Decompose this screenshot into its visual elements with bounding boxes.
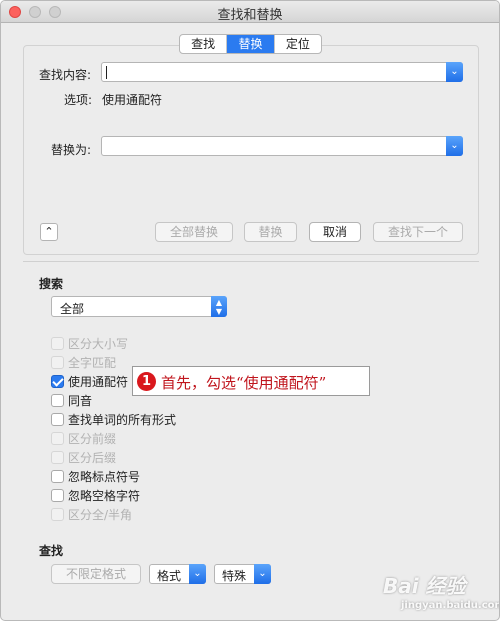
format-menu-button[interactable]: 格式 ⌄: [149, 564, 206, 584]
replace-with-label: 替换为:: [51, 143, 92, 157]
checkbox-use-wildcards[interactable]: 使用通配符: [51, 373, 128, 389]
checkbox-box[interactable]: [51, 431, 64, 445]
title-bar: 查找和替换: [1, 1, 499, 23]
checkbox-box[interactable]: [51, 374, 64, 388]
checkbox-box[interactable]: [51, 412, 64, 426]
find-section-title: 查找: [39, 544, 64, 558]
checkbox-box[interactable]: [51, 488, 64, 502]
checkbox-box[interactable]: [51, 393, 64, 407]
text-caret: [106, 66, 107, 79]
replace-all-button[interactable]: 全部替换: [155, 222, 233, 242]
tab-bar: 查找 替换 定位: [179, 34, 322, 54]
checkbox-match-case[interactable]: 区分大小写: [51, 335, 128, 351]
chevron-down-icon: ⌄: [189, 564, 206, 584]
find-replace-window: 查找和替换 查找 替换 定位 查找内容: ⌄ 选项: 使用通配符 替换为: ⌄ …: [0, 0, 500, 621]
special-menu-button[interactable]: 特殊 ⌄: [214, 564, 271, 584]
find-what-label: 查找内容:: [39, 68, 92, 82]
tab-goto[interactable]: 定位: [275, 35, 321, 53]
checkbox-match-width[interactable]: 区分全/半角: [51, 506, 132, 522]
annotation-text: 首先，勾选“使用通配符”: [161, 374, 327, 392]
search-section-title: 搜索: [39, 277, 64, 291]
tab-find[interactable]: 查找: [180, 35, 228, 53]
tab-replace[interactable]: 替换: [227, 35, 275, 53]
baidu-jingyan-watermark: Bai 经验 jingyan.baidu.com: [383, 574, 500, 611]
chevron-up-icon: ⌃: [44, 225, 54, 238]
section-divider: [23, 261, 479, 262]
options-label: 选项:: [64, 93, 93, 107]
step-number-badge: 1: [137, 372, 156, 391]
checkbox-box[interactable]: [51, 450, 64, 464]
checkbox-ignore-punctuation[interactable]: 忽略标点符号: [51, 468, 140, 484]
annotation-callout: 1 首先，勾选“使用通配符”: [132, 366, 370, 396]
chevron-down-icon: ⌄: [450, 66, 459, 77]
checkbox-box[interactable]: [51, 469, 64, 483]
search-scope-select[interactable]: 全部 ▲ ▼: [51, 296, 227, 317]
checkbox-box[interactable]: [51, 507, 64, 521]
replace-with-field[interactable]: ⌄: [101, 136, 463, 156]
replace-button[interactable]: 替换: [244, 222, 297, 242]
checkbox-whole-word[interactable]: 全字匹配: [51, 354, 116, 370]
checkbox-all-word-forms[interactable]: 查找单词的所有形式: [51, 411, 176, 427]
collapse-button[interactable]: ⌃: [40, 223, 58, 241]
find-what-field[interactable]: ⌄: [101, 62, 463, 82]
find-next-button[interactable]: 查找下一个: [373, 222, 463, 242]
checkbox-match-prefix[interactable]: 区分前缀: [51, 430, 116, 446]
checkbox-box[interactable]: [51, 355, 64, 369]
checkbox-box[interactable]: [51, 336, 64, 350]
options-value: 使用通配符: [102, 93, 163, 107]
up-down-arrows-icon: ▲ ▼: [211, 296, 227, 317]
find-history-dropdown[interactable]: ⌄: [446, 62, 463, 82]
checkbox-ignore-whitespace[interactable]: 忽略空格字符: [51, 487, 140, 503]
window-title: 查找和替换: [217, 8, 283, 23]
no-formatting-button[interactable]: 不限定格式: [51, 564, 141, 584]
chevron-down-icon: ⌄: [450, 140, 459, 151]
checkbox-sounds-like[interactable]: 同音: [51, 392, 92, 408]
replace-history-dropdown[interactable]: ⌄: [446, 136, 463, 156]
chevron-down-icon: ⌄: [254, 564, 271, 584]
checkbox-match-suffix[interactable]: 区分后缀: [51, 449, 116, 465]
cancel-button[interactable]: 取消: [309, 222, 361, 242]
